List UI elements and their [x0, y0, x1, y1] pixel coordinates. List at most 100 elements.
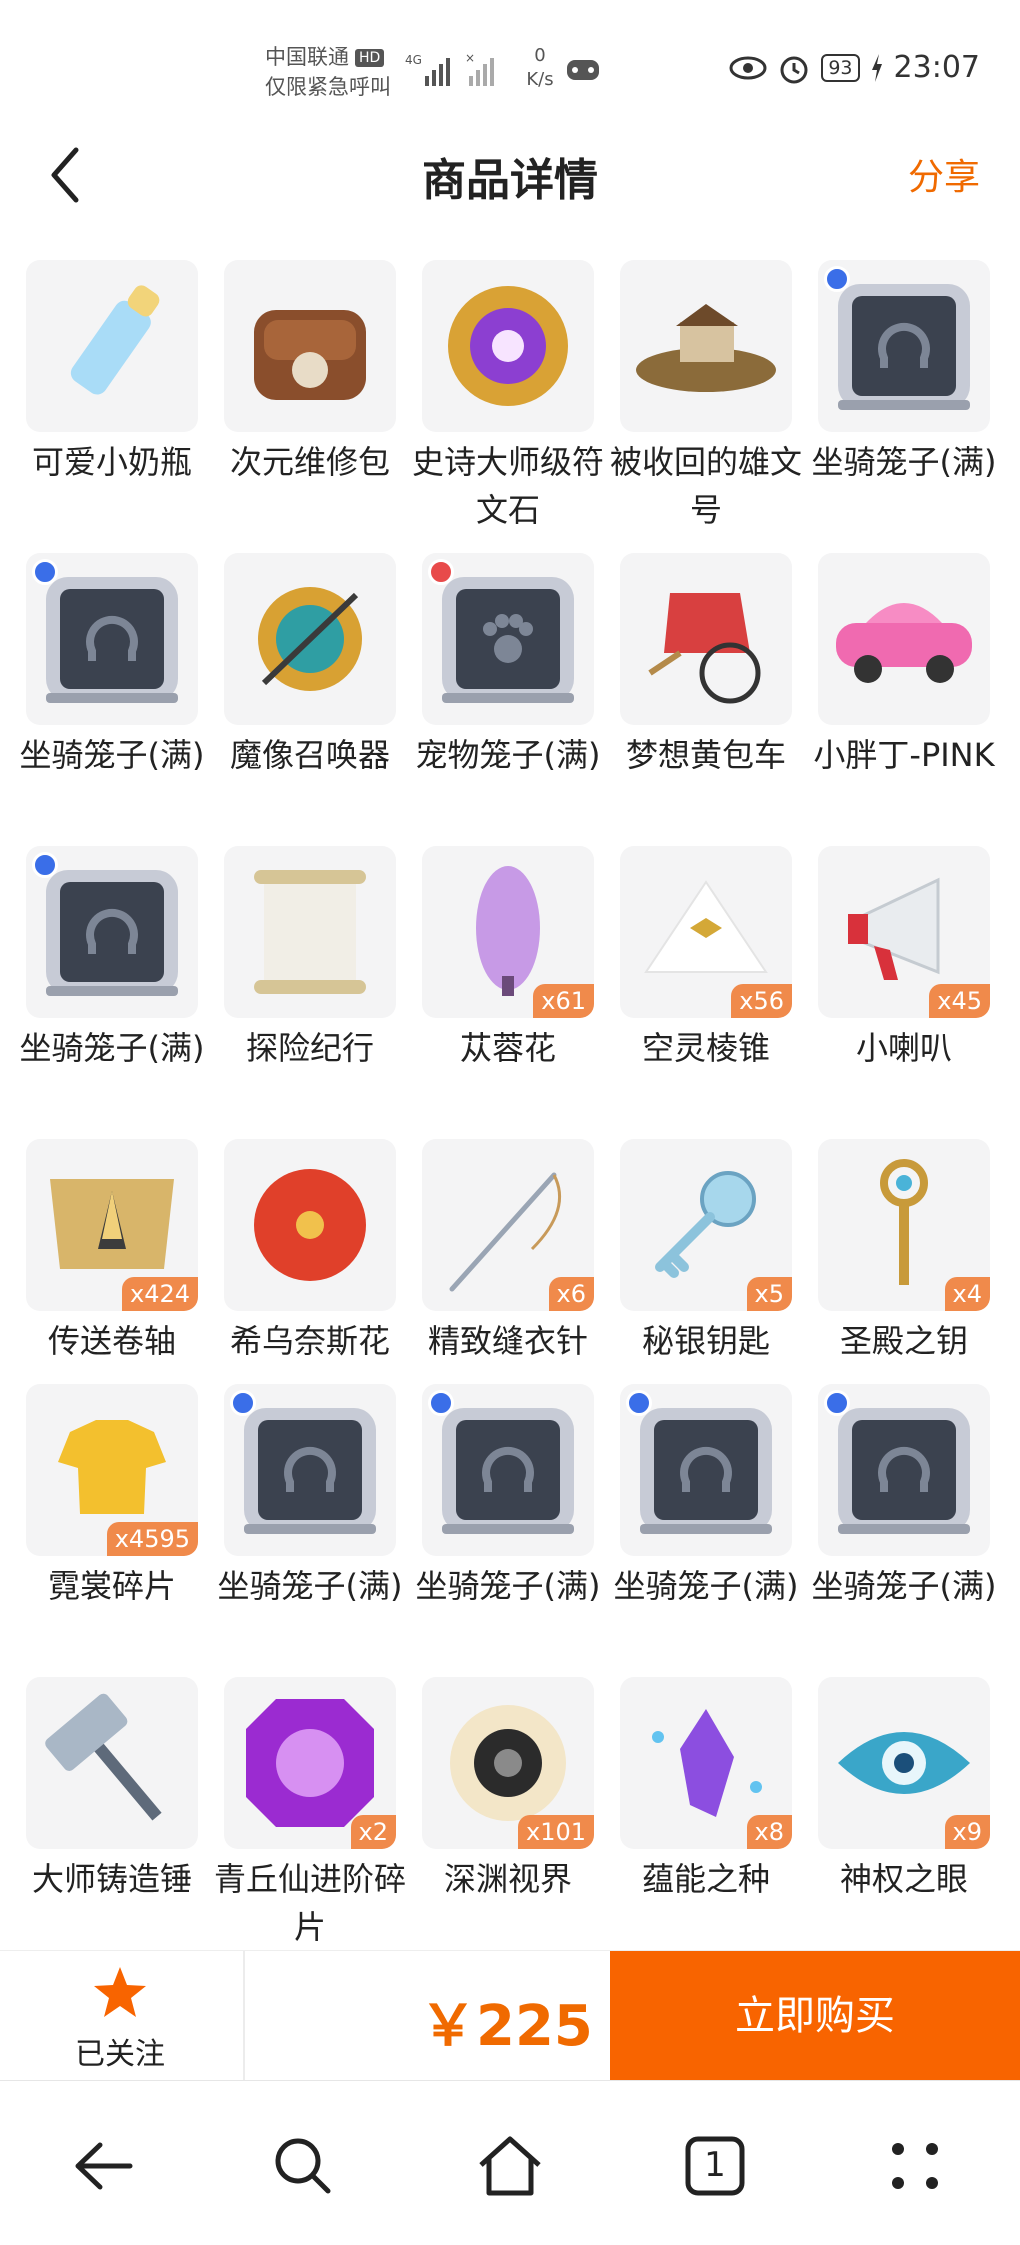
grid-item[interactable]: x101 深渊视界	[422, 1677, 594, 1903]
item-name: 宠物笼子(满)	[415, 736, 601, 774]
cage-type-badge	[428, 559, 454, 585]
item-thumbnail	[620, 260, 792, 432]
action-bar: 已关注 ￥225 立即购买	[0, 1950, 1020, 2081]
item-name: 坐骑笼子(满)	[19, 736, 205, 774]
item-name: 传送卷轴	[47, 1322, 176, 1360]
grid-item[interactable]: 大师铸造锤	[26, 1677, 198, 1903]
signal-icon: 4G	[405, 53, 450, 86]
item-name: 小胖丁-PINK	[813, 736, 995, 774]
item-thumbnail	[818, 260, 990, 432]
item-thumbnail	[818, 553, 990, 725]
item-thumbnail	[224, 846, 396, 1018]
item-thumbnail: x424	[26, 1139, 198, 1311]
item-thumbnail	[26, 1677, 198, 1849]
grid-item[interactable]: x6 精致缝衣针	[422, 1139, 594, 1365]
grid-item[interactable]: 坐骑笼子(满)	[20, 553, 204, 779]
grid-item[interactable]: 坐骑笼子(满)	[812, 1384, 996, 1610]
grid-item[interactable]: 希乌奈斯花	[224, 1139, 396, 1365]
share-button[interactable]: 分享	[908, 148, 980, 200]
quantity-badge: x424	[121, 1277, 198, 1311]
cage-type-badge	[824, 1390, 850, 1416]
carrier-name: 中国联通	[265, 45, 349, 69]
grid-item[interactable]: 小胖丁-PINK	[813, 553, 995, 779]
follow-label: 已关注	[75, 2037, 165, 2072]
grid-item[interactable]: x56 空灵棱锥	[620, 846, 792, 1072]
alarm-icon	[780, 56, 808, 83]
item-thumbnail	[26, 260, 198, 432]
grid-item[interactable]: 坐骑笼子(满)	[20, 846, 204, 1072]
item-thumbnail: x9	[818, 1677, 990, 1849]
eye-icon	[729, 56, 767, 79]
ship-icon	[636, 304, 776, 392]
grid-item[interactable]: 坐骑笼子(满)	[614, 1384, 798, 1610]
item-thumbnail: x4595	[26, 1384, 198, 1556]
item-name: 坐骑笼子(满)	[415, 1567, 601, 1605]
item-name: 史诗大师级符文石	[411, 443, 604, 529]
signal-2-icon: ×	[465, 51, 494, 86]
quantity-badge: x5	[746, 1277, 792, 1311]
battery-level: 93	[821, 53, 860, 82]
back-arrow-icon[interactable]	[68, 2131, 138, 2201]
item-name: 被收回的雄文号	[609, 443, 802, 529]
grid-item[interactable]: x61 苁蓉花	[422, 846, 594, 1072]
grid-item[interactable]: x5 秘银钥匙	[620, 1139, 792, 1365]
grid-item[interactable]: 坐骑笼子(满)	[416, 1384, 600, 1610]
tabs-button[interactable]: 1	[680, 2131, 750, 2201]
cage-type-badge	[32, 559, 58, 585]
grid-item[interactable]: 宠物笼子(满)	[416, 553, 600, 779]
buy-now-button[interactable]: 立即购买	[610, 1951, 1020, 2081]
item-thumbnail: x8	[620, 1677, 792, 1849]
grid-item[interactable]: x4 圣殿之钥	[818, 1139, 990, 1365]
grid-item[interactable]: 史诗大师级符文石	[412, 260, 604, 534]
item-name: 小喇叭	[855, 1029, 952, 1067]
grid-item[interactable]: x2 青丘仙进阶碎片	[214, 1677, 406, 1951]
scroll-icon	[254, 870, 366, 994]
grid-item[interactable]: x8 蕴能之种	[620, 1677, 792, 1903]
grid-item[interactable]: 次元维修包	[224, 260, 396, 486]
item-thumbnail	[26, 846, 198, 1018]
rickshaw-icon	[648, 593, 761, 704]
item-thumbnail: x56	[620, 846, 792, 1018]
grid-item[interactable]: 探险纪行	[224, 846, 396, 1072]
clock: 23:07	[893, 50, 980, 85]
more-icon[interactable]	[880, 2131, 950, 2201]
grid-item[interactable]: 梦想黄包车	[620, 553, 792, 779]
quantity-badge: x2	[350, 1815, 396, 1849]
grid-item[interactable]: 可爱小奶瓶	[26, 260, 198, 486]
grid-item[interactable]: x45 小喇叭	[818, 846, 990, 1072]
grid-item[interactable]: x9 神权之眼	[818, 1677, 990, 1903]
grid-item[interactable]: 坐骑笼子(满)	[812, 260, 996, 486]
cage-type-badge	[428, 1390, 454, 1416]
item-name: 精致缝衣针	[427, 1322, 588, 1360]
grid-item[interactable]: 坐骑笼子(满)	[218, 1384, 402, 1610]
star-icon	[94, 1967, 146, 2017]
item-name: 坐骑笼子(满)	[19, 1029, 205, 1067]
item-name: 可爱小奶瓶	[31, 443, 192, 481]
item-thumbnail: x5	[620, 1139, 792, 1311]
cage-type-badge	[32, 852, 58, 878]
quantity-badge: x61	[533, 984, 594, 1018]
item-name: 苁蓉花	[459, 1029, 556, 1067]
item-name: 神权之眼	[839, 1860, 968, 1898]
item-thumbnail: x45	[818, 846, 990, 1018]
grid-item[interactable]: x4595 霓裳碎片	[26, 1384, 198, 1610]
grid-item[interactable]: 魔像召唤器	[224, 553, 396, 779]
item-thumbnail	[818, 1384, 990, 1556]
follow-button[interactable]: 已关注	[0, 1951, 240, 2081]
tab-count: 1	[704, 2145, 726, 2185]
pink-car-icon	[836, 603, 972, 683]
grid-item[interactable]: x424 传送卷轴	[26, 1139, 198, 1365]
item-thumbnail: x101	[422, 1677, 594, 1849]
item-name: 坐骑笼子(满)	[811, 1567, 997, 1605]
hammer-icon	[45, 1693, 162, 1821]
item-name: 深渊视界	[443, 1860, 572, 1898]
item-name: 探险纪行	[245, 1029, 374, 1067]
search-icon[interactable]	[268, 2131, 338, 2201]
home-icon[interactable]	[475, 2131, 545, 2201]
item-name: 次元维修包	[229, 443, 390, 481]
grid-item[interactable]: 被收回的雄文号	[610, 260, 802, 534]
item-thumbnail: x2	[224, 1677, 396, 1849]
price: ￥225	[420, 1994, 593, 2059]
item-name: 青丘仙进阶碎片	[213, 1860, 406, 1946]
item-thumbnail	[224, 260, 396, 432]
